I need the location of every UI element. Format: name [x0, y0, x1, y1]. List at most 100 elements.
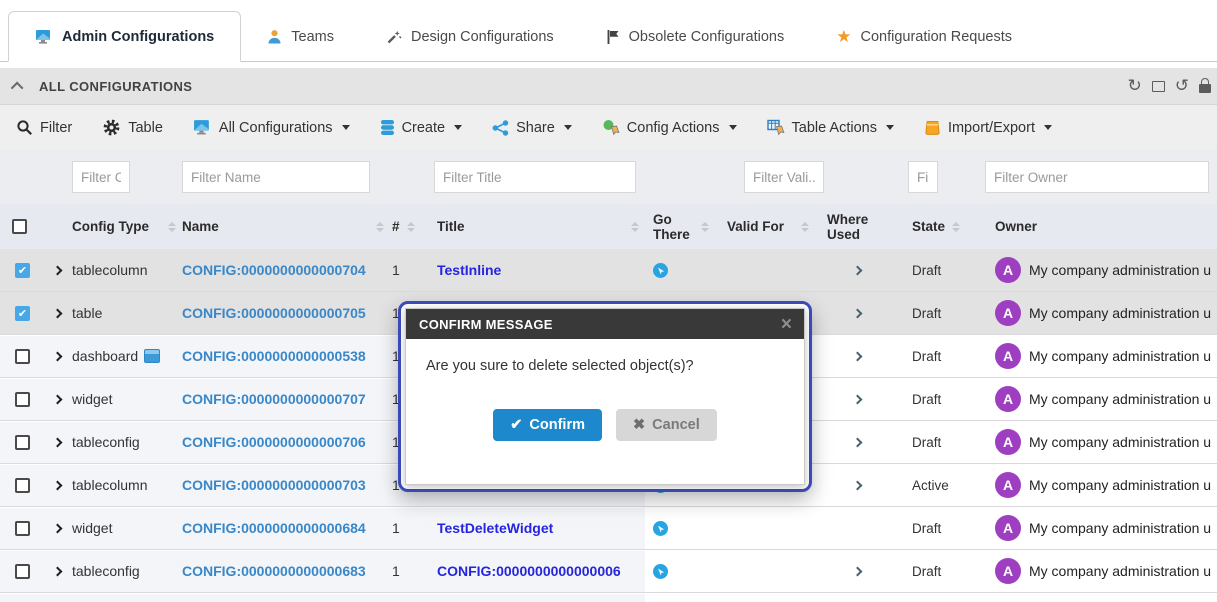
tab-teams[interactable]: Teams — [241, 11, 360, 62]
where-used-chevron-icon[interactable] — [853, 308, 863, 318]
title-link[interactable]: TestDeleteWidget — [437, 520, 553, 536]
database-icon — [380, 119, 395, 136]
state-label: Active — [912, 478, 949, 493]
create-dropdown[interactable]: Create — [380, 119, 463, 136]
column-header-num[interactable]: # — [390, 204, 432, 249]
confirm-label: Confirm — [529, 417, 585, 433]
row-checkbox[interactable] — [15, 564, 30, 579]
expand-chevron-icon[interactable] — [53, 394, 63, 404]
go-there-icon[interactable] — [653, 521, 668, 536]
tab-design-configurations[interactable]: Design Configurations — [360, 11, 580, 62]
tab-admin-configurations[interactable]: Admin Configurations — [8, 11, 241, 62]
filter-config-type-input[interactable] — [72, 161, 130, 193]
owner-name: My company administration u — [1029, 563, 1211, 579]
table-row[interactable]: A — [0, 593, 1217, 602]
chevron-down-icon — [564, 125, 572, 130]
select-all-checkbox[interactable] — [12, 219, 27, 234]
title-link[interactable]: TestInline — [437, 262, 501, 278]
filter-state-input[interactable] — [908, 161, 938, 193]
tab-obsolete-configurations[interactable]: Obsolete Configurations — [580, 11, 811, 62]
table-actions-icon — [767, 119, 785, 137]
config-actions-dropdown[interactable]: Config Actions — [602, 119, 737, 137]
import-export-dropdown[interactable]: Import/Export — [924, 119, 1052, 136]
name-link[interactable]: CONFIG:0000000000000705 — [182, 305, 366, 321]
row-checkbox[interactable] — [15, 435, 30, 450]
filter-name-input[interactable] — [182, 161, 370, 193]
monitor-chart-icon — [35, 29, 53, 45]
person-icon — [267, 29, 282, 45]
row-checkbox[interactable] — [15, 349, 30, 364]
refresh-icon[interactable]: ↻ — [1128, 76, 1142, 96]
name-link[interactable]: CONFIG:0000000000000684 — [182, 520, 366, 536]
table-row[interactable]: ✔ tablecolumn CONFIG:0000000000000704 1 … — [0, 249, 1217, 292]
row-checkbox[interactable]: ✔ — [15, 263, 30, 278]
state-label: Draft — [912, 349, 941, 364]
column-header-where-used[interactable]: Where Used — [815, 204, 900, 249]
name-link[interactable]: CONFIG:0000000000000538 — [182, 348, 366, 364]
column-header-owner[interactable]: Owner — [975, 204, 1217, 249]
name-link[interactable]: CONFIG:0000000000000707 — [182, 391, 366, 407]
owner-name: My company administration u — [1029, 348, 1211, 364]
column-header-config-type[interactable]: Config Type — [70, 204, 182, 249]
column-header-title[interactable]: Title — [432, 204, 645, 249]
confirm-button[interactable]: ✔ Confirm — [493, 409, 602, 441]
go-there-icon[interactable] — [653, 564, 668, 579]
filter-owner-input[interactable] — [985, 161, 1209, 193]
collapse-chevron-icon[interactable] — [11, 81, 24, 94]
all-configurations-dropdown[interactable]: All Configurations — [193, 119, 350, 136]
where-used-chevron-icon[interactable] — [853, 437, 863, 447]
go-there-icon[interactable] — [653, 263, 668, 278]
chevron-down-icon — [886, 125, 894, 130]
config-type-label: widget — [72, 520, 112, 536]
where-used-chevron-icon[interactable] — [853, 480, 863, 490]
tab-label: Obsolete Configurations — [629, 29, 785, 45]
column-header-go-there[interactable]: Go There — [645, 204, 715, 249]
filter-title-input[interactable] — [434, 161, 636, 193]
where-used-chevron-icon[interactable] — [853, 351, 863, 361]
expand-chevron-icon[interactable] — [53, 523, 63, 533]
row-checkbox[interactable] — [15, 392, 30, 407]
where-used-chevron-icon[interactable] — [853, 265, 863, 275]
expand-chevron-icon[interactable] — [53, 351, 63, 361]
filter-valid-for-input[interactable] — [744, 161, 824, 193]
filter-button[interactable]: Filter — [16, 119, 72, 136]
name-link[interactable]: CONFIG:0000000000000704 — [182, 262, 366, 278]
window-icon[interactable] — [1152, 81, 1165, 92]
column-label: Title — [437, 219, 465, 234]
sort-icon — [801, 222, 809, 232]
table-actions-dropdown[interactable]: Table Actions — [767, 119, 894, 137]
owner-avatar: A — [995, 343, 1021, 369]
where-used-chevron-icon[interactable] — [853, 566, 863, 576]
undo-icon[interactable]: ↺ — [1175, 76, 1189, 96]
expand-chevron-icon[interactable] — [53, 566, 63, 576]
title-link[interactable]: CONFIG:0000000000000006 — [437, 563, 621, 579]
expand-chevron-icon[interactable] — [53, 437, 63, 447]
expand-chevron-icon[interactable] — [53, 480, 63, 490]
lock-icon[interactable] — [1199, 84, 1211, 93]
valid-for-cell — [715, 593, 815, 602]
name-link[interactable]: CONFIG:0000000000000683 — [182, 563, 366, 579]
row-checkbox[interactable]: ✔ — [15, 306, 30, 321]
tab-configuration-requests[interactable]: ★ Configuration Requests — [810, 11, 1038, 62]
expand-chevron-icon[interactable] — [53, 308, 63, 318]
expand-chevron-icon[interactable] — [53, 265, 63, 275]
table-row[interactable]: tableconfig CONFIG:0000000000000683 1 CO… — [0, 550, 1217, 593]
row-checkbox[interactable] — [15, 478, 30, 493]
name-link[interactable]: CONFIG:0000000000000706 — [182, 434, 366, 450]
table-row[interactable]: widget CONFIG:0000000000000684 1 TestDel… — [0, 507, 1217, 550]
share-dropdown[interactable]: Share — [492, 120, 572, 136]
column-header-valid-for[interactable]: Valid For — [715, 204, 815, 249]
column-header-name[interactable]: Name — [182, 204, 390, 249]
state-label: Draft — [912, 435, 941, 450]
section-title: ALL CONFIGURATIONS — [39, 79, 192, 94]
tool-label: Share — [516, 120, 555, 136]
toolbar: Filter Table All Configurations Create S… — [0, 105, 1217, 150]
close-icon[interactable]: × — [781, 315, 792, 334]
row-checkbox[interactable] — [15, 521, 30, 536]
valid-for-cell — [715, 507, 815, 549]
where-used-chevron-icon[interactable] — [853, 394, 863, 404]
table-settings-button[interactable]: Table — [102, 118, 163, 137]
column-header-state[interactable]: State — [900, 204, 975, 249]
name-link[interactable]: CONFIG:0000000000000703 — [182, 477, 366, 493]
cancel-button[interactable]: ✖ Cancel — [616, 409, 717, 441]
